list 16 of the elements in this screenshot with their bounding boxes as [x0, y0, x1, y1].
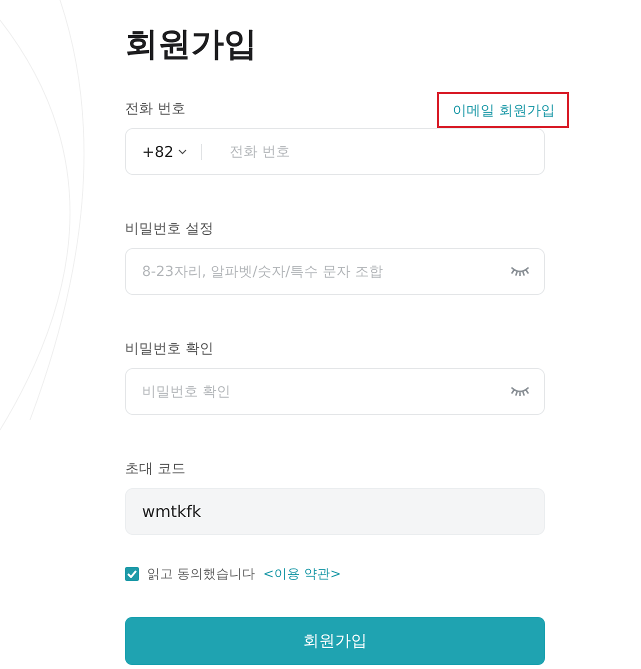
invite-code-field[interactable]: wmtkfk: [125, 488, 545, 535]
field-label: 전화 번호: [125, 100, 186, 118]
page-title: 회원가입: [125, 23, 258, 65]
field-label: 비밀번호 설정: [125, 220, 214, 238]
field-label: 초대 코드: [125, 460, 186, 478]
chevron-down-icon: [178, 148, 187, 154]
closed-eye-icon[interactable]: [511, 386, 529, 396]
phone-field[interactable]: +82 전화 번호: [125, 128, 545, 175]
agreement-text: 읽고 동의했습니다: [147, 566, 256, 583]
password-field[interactable]: 비밀번호 확인: [125, 368, 545, 415]
field-label: 비밀번호 확인: [125, 340, 214, 358]
closed-eye-icon[interactable]: [511, 266, 529, 276]
password-field[interactable]: 8-23자리, 알파벳/숫자/특수 문자 조합: [125, 248, 545, 295]
phone-number-input[interactable]: 전화 번호: [228, 142, 528, 160]
country-code-selector[interactable]: +82: [142, 144, 202, 160]
agree-checkbox[interactable]: [125, 567, 139, 581]
